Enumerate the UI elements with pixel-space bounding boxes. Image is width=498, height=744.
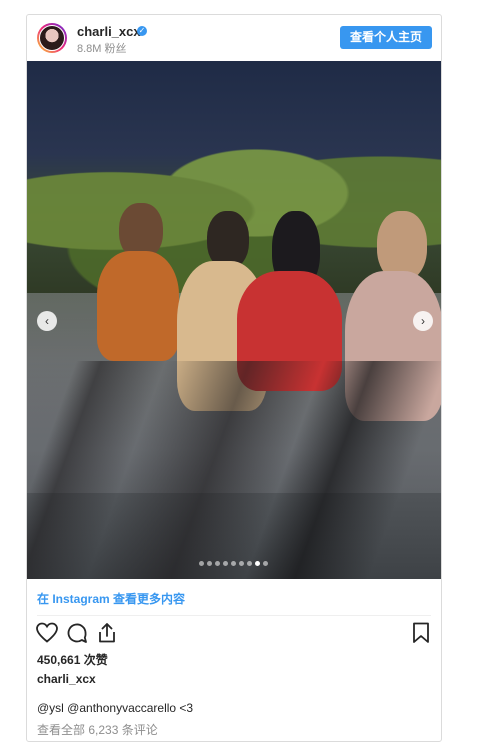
- action-bar: [27, 621, 441, 647]
- post-header: charli_xcx ✓ 8.8M 粉丝 查看个人主页: [27, 15, 441, 61]
- avatar[interactable]: [37, 23, 67, 53]
- carousel-dot: [239, 561, 244, 566]
- like-count: 450,661 次赞: [37, 653, 108, 667]
- carousel-dot: [247, 561, 252, 566]
- divider: [37, 615, 431, 616]
- verified-badge-icon: ✓: [137, 26, 147, 36]
- view-all-comments-link[interactable]: 查看全部 6,233 条评论: [37, 721, 158, 738]
- carousel-dot: [223, 561, 228, 566]
- carousel-dot: [231, 561, 236, 566]
- carousel-dot: [207, 561, 212, 566]
- heart-icon[interactable]: [35, 621, 59, 645]
- username-link[interactable]: charli_xcx: [77, 24, 141, 39]
- carousel-dot-active: [255, 561, 260, 566]
- carousel-dot: [215, 561, 220, 566]
- view-more-on-instagram-link[interactable]: 在 Instagram 查看更多内容: [37, 590, 185, 607]
- carousel-dot: [199, 561, 204, 566]
- bookmark-icon[interactable]: [409, 621, 433, 645]
- view-profile-button[interactable]: 查看个人主页: [339, 26, 432, 49]
- chevron-right-icon[interactable]: ›: [413, 311, 433, 331]
- carousel-dot: [263, 561, 268, 566]
- legs-shadow: [27, 361, 441, 579]
- chevron-left-icon[interactable]: ‹: [37, 311, 57, 331]
- follower-count: 8.8M 粉丝: [77, 43, 127, 55]
- post-image[interactable]: ‹ ›: [27, 61, 441, 579]
- share-icon[interactable]: [95, 621, 119, 645]
- carousel-dots: [199, 561, 268, 567]
- caption-text: @ysl @anthonyvaccarello <3: [37, 701, 194, 715]
- person-1: [97, 251, 179, 361]
- caption-username[interactable]: charli_xcx: [37, 672, 96, 686]
- instagram-embed: charli_xcx ✓ 8.8M 粉丝 查看个人主页 ‹ › 在 Instag…: [26, 14, 442, 742]
- comment-icon[interactable]: [65, 621, 89, 645]
